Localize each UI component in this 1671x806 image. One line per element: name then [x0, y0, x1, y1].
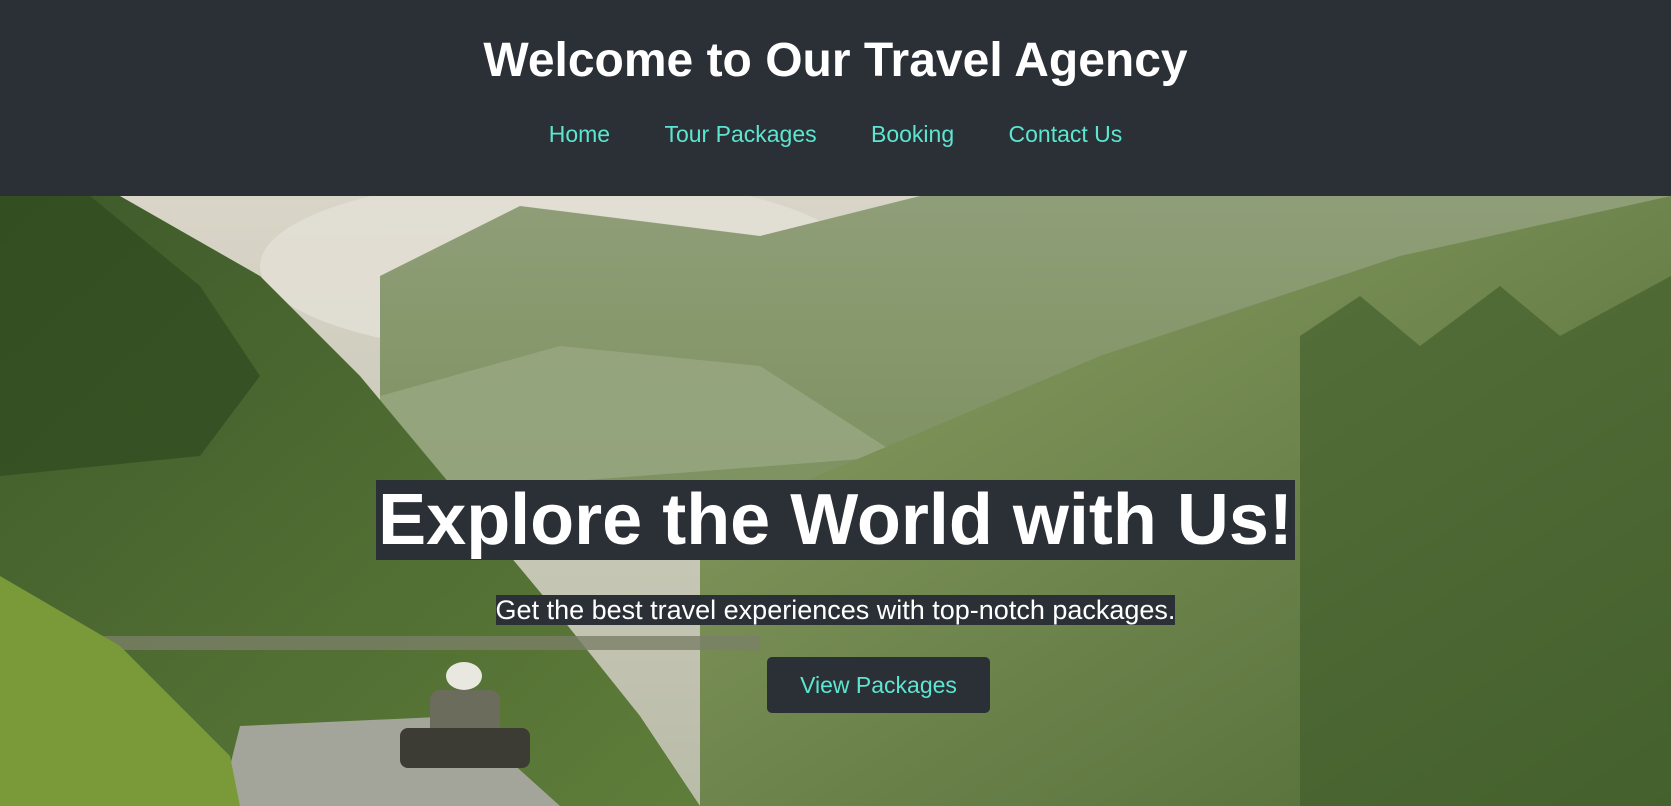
- site-title: Welcome to Our Travel Agency: [483, 34, 1188, 87]
- main-nav: Home Tour Packages Booking Contact Us: [0, 121, 1671, 148]
- hero-section: Explore the World with Us! Get the best …: [0, 196, 1671, 806]
- hero-subtitle: Get the best travel experiences with top…: [495, 595, 1176, 625]
- nav-booking-link[interactable]: Booking: [871, 121, 954, 147]
- view-packages-button[interactable]: View Packages: [767, 657, 990, 713]
- nav-tour-packages-link[interactable]: Tour Packages: [664, 121, 816, 147]
- hero-title: Explore the World with Us!: [376, 480, 1295, 560]
- nav-contact-us-link[interactable]: Contact Us: [1009, 121, 1123, 147]
- nav-home-link[interactable]: Home: [549, 121, 610, 147]
- site-header: Welcome to Our Travel Agency Home Tour P…: [0, 0, 1671, 196]
